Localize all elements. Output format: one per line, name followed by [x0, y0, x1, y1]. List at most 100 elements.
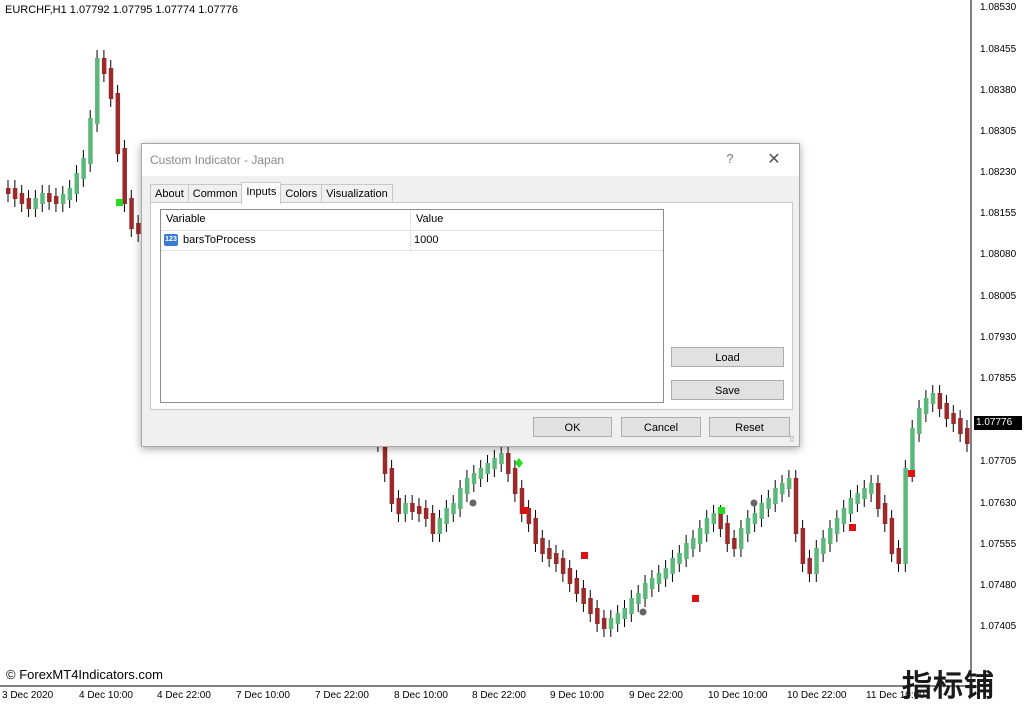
time-tick-label: 10 Dec 10:00 [708, 690, 768, 701]
variable-value[interactable]: 1000 [414, 234, 438, 246]
tab-about[interactable]: About [150, 184, 189, 203]
tab-visualization[interactable]: Visualization [321, 184, 393, 203]
neutral-dot-marker [750, 499, 758, 507]
column-header-value[interactable]: Value [416, 213, 443, 225]
bull-candle [903, 468, 908, 564]
bull-candle [663, 568, 669, 579]
bear-candle [882, 503, 888, 524]
time-tick-label: 8 Dec 10:00 [394, 690, 448, 701]
bear-candle [540, 538, 545, 554]
bear-candle [554, 553, 559, 564]
bull-candle [478, 468, 484, 479]
buy-diamond-marker [515, 458, 523, 468]
bull-candle [88, 118, 93, 164]
help-icon[interactable]: ? [723, 151, 737, 166]
price-tick-label: 1.08005 [980, 291, 1017, 302]
bull-candle [464, 478, 470, 494]
bull-candle [622, 608, 627, 619]
time-tick-label: 7 Dec 22:00 [315, 690, 369, 701]
bull-candle [670, 558, 675, 574]
bull-candle [33, 198, 38, 209]
bull-candle [697, 528, 703, 544]
bull-candle [403, 503, 408, 514]
bear-candle [6, 188, 11, 194]
price-tick-label: 1.07480 [980, 580, 1017, 591]
tab-bar: About Common Inputs Colors Visualization [150, 182, 393, 204]
brand-logo: 指标铺 [902, 669, 995, 704]
time-tick-label: 4 Dec 10:00 [79, 690, 133, 701]
variable-name: barsToProcess [183, 234, 256, 246]
cancel-button[interactable]: Cancel [621, 417, 701, 437]
bear-candle [958, 418, 963, 434]
bull-candle [649, 578, 655, 589]
price-tick-label: 1.08380 [980, 85, 1017, 96]
price-tick-label: 1.07405 [980, 621, 1017, 632]
bull-candle [629, 598, 634, 614]
time-tick-label: 4 Dec 22:00 [157, 690, 211, 701]
buy-signal-marker [116, 199, 123, 206]
bull-candle [40, 193, 45, 204]
price-tick-label: 1.07705 [980, 456, 1017, 467]
bear-candle [547, 548, 552, 559]
time-tick-label: 9 Dec 10:00 [550, 690, 604, 701]
dialog-titlebar[interactable]: Custom Indicator - Japan ? ✕ [142, 144, 799, 176]
bull-candle [444, 508, 449, 524]
bull-candle [74, 173, 79, 194]
sell-signal-marker [581, 552, 588, 559]
bear-candle [136, 223, 141, 234]
bear-candle [800, 528, 806, 564]
column-divider[interactable] [410, 210, 411, 230]
price-tick-label: 1.08305 [980, 126, 1017, 137]
inputs-panel: Variable Value 123 barsToProcess 1000 Lo… [150, 202, 793, 410]
bear-candle [533, 518, 538, 544]
bull-candle [485, 463, 490, 474]
bull-candle [738, 528, 744, 549]
sell-signal-marker [908, 470, 915, 477]
bull-candle [745, 518, 751, 534]
bear-candle [725, 523, 730, 544]
price-tick-label: 1.08080 [980, 249, 1017, 260]
inputs-grid[interactable]: Variable Value 123 barsToProcess 1000 [160, 209, 664, 403]
bull-candle [656, 573, 662, 584]
bear-candle [47, 193, 52, 202]
bear-candle [19, 193, 25, 204]
bull-candle [773, 488, 778, 504]
bull-candle [615, 613, 621, 624]
bear-candle [396, 498, 401, 514]
column-divider [410, 231, 411, 250]
bull-candle [67, 188, 73, 200]
bear-candle [512, 468, 518, 494]
tab-inputs[interactable]: Inputs [241, 182, 282, 204]
ok-button[interactable]: OK [533, 417, 612, 437]
bull-candle [855, 493, 860, 504]
bear-candle [115, 93, 121, 154]
bear-candle [53, 196, 59, 204]
bull-candle [930, 393, 936, 404]
close-icon[interactable]: ✕ [765, 149, 783, 169]
price-tick-label: 1.07855 [980, 373, 1017, 384]
buy-signal-marker [718, 507, 725, 514]
bull-candle [923, 398, 929, 414]
load-button[interactable]: Load [671, 347, 784, 367]
save-button[interactable]: Save [671, 380, 784, 400]
table-row[interactable]: 123 barsToProcess 1000 [161, 231, 663, 251]
bull-candle [917, 408, 922, 434]
resize-grip-icon[interactable]: ⠿ [789, 436, 797, 444]
bull-candle [81, 158, 86, 179]
tab-colors[interactable]: Colors [280, 184, 323, 203]
bear-candle [108, 68, 114, 99]
time-tick-label: 8 Dec 22:00 [472, 690, 526, 701]
bear-candle [567, 568, 573, 584]
bear-candle [595, 608, 600, 624]
current-price-tag: 1.07776 [974, 416, 1022, 430]
sell-signal-marker [521, 507, 528, 514]
tab-common[interactable]: Common [187, 184, 243, 203]
column-header-variable[interactable]: Variable [166, 213, 206, 225]
bull-candle [636, 593, 641, 604]
reset-button[interactable]: Reset [709, 417, 790, 437]
price-tick-label: 1.08155 [980, 208, 1017, 219]
bear-candle [430, 513, 436, 534]
bear-candle [965, 428, 970, 444]
bear-candle [944, 403, 949, 419]
bear-candle [807, 558, 812, 574]
